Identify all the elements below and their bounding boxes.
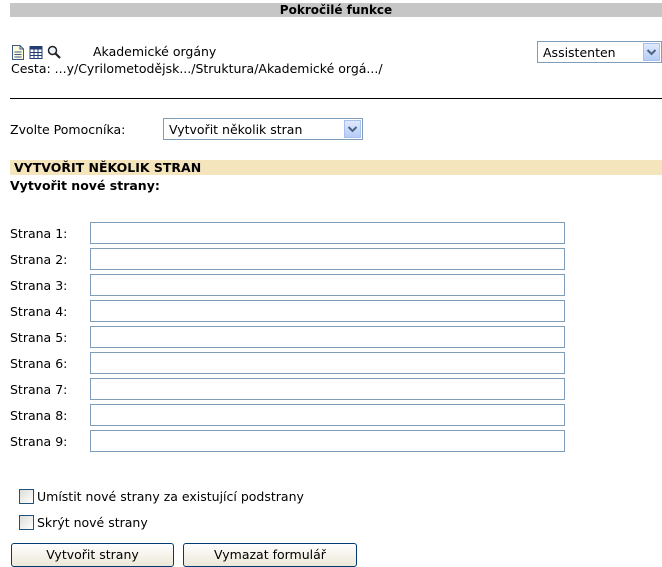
page-label: Strana 8: <box>10 408 68 423</box>
table-icon[interactable] <box>29 45 43 60</box>
page-label: Strana 7: <box>10 382 68 397</box>
create-pages-button[interactable]: Vytvořit strany <box>11 543 174 567</box>
chevron-down-icon[interactable] <box>344 120 361 138</box>
page-label: Strana 1: <box>10 226 68 241</box>
page-label: Strana 4: <box>10 304 68 319</box>
page-name-input[interactable] <box>90 404 565 426</box>
clear-form-button[interactable]: Vymazat formulář <box>183 543 357 567</box>
page-name-input[interactable] <box>90 378 565 400</box>
panel-title-bar: Pokročilé funkce <box>10 3 662 17</box>
checkbox[interactable] <box>19 489 34 504</box>
assistant-select-value: Assistenten <box>543 45 616 60</box>
page-label: Strana 2: <box>10 252 68 267</box>
section-header: VYTVOŘIT NĚKOLIK STRAN <box>10 160 662 175</box>
helper-label: Zvolte Pomocníka: <box>10 122 126 137</box>
section-subtitle: Vytvořit nové strany: <box>10 178 160 193</box>
item-icons <box>11 44 61 60</box>
item-title: Akademické orgány <box>93 44 217 59</box>
page-name-input[interactable] <box>90 248 565 270</box>
page-name-input[interactable] <box>90 352 565 374</box>
assistant-select[interactable]: Assistenten <box>537 41 662 63</box>
helper-select-value: Vytvořit několik stran <box>169 122 303 137</box>
page-label: Strana 3: <box>10 278 68 293</box>
page-name-input[interactable] <box>90 326 565 348</box>
checkbox[interactable] <box>19 515 34 530</box>
page-name-input[interactable] <box>90 222 565 244</box>
checkbox-label[interactable]: Skrýt nové strany <box>37 515 148 531</box>
page-label: Strana 9: <box>10 434 68 449</box>
chevron-down-icon[interactable] <box>643 43 660 61</box>
search-icon[interactable] <box>47 45 61 60</box>
panel-title: Pokročilé funkce <box>279 3 393 17</box>
document-icon[interactable] <box>11 44 25 60</box>
breadcrumb-path: Cesta: ...y/Cyrilometodějsk.../Struktura… <box>11 61 383 76</box>
page-name-input[interactable] <box>90 430 565 452</box>
page-name-input[interactable] <box>90 300 565 322</box>
page-name-input[interactable] <box>90 274 565 296</box>
page-label: Strana 6: <box>10 356 68 371</box>
divider <box>10 98 662 99</box>
helper-select[interactable]: Vytvořit několik stran <box>163 118 363 140</box>
page-label: Strana 5: <box>10 330 68 345</box>
checkbox-label[interactable]: Umístit nové strany za existující podstr… <box>37 489 304 505</box>
